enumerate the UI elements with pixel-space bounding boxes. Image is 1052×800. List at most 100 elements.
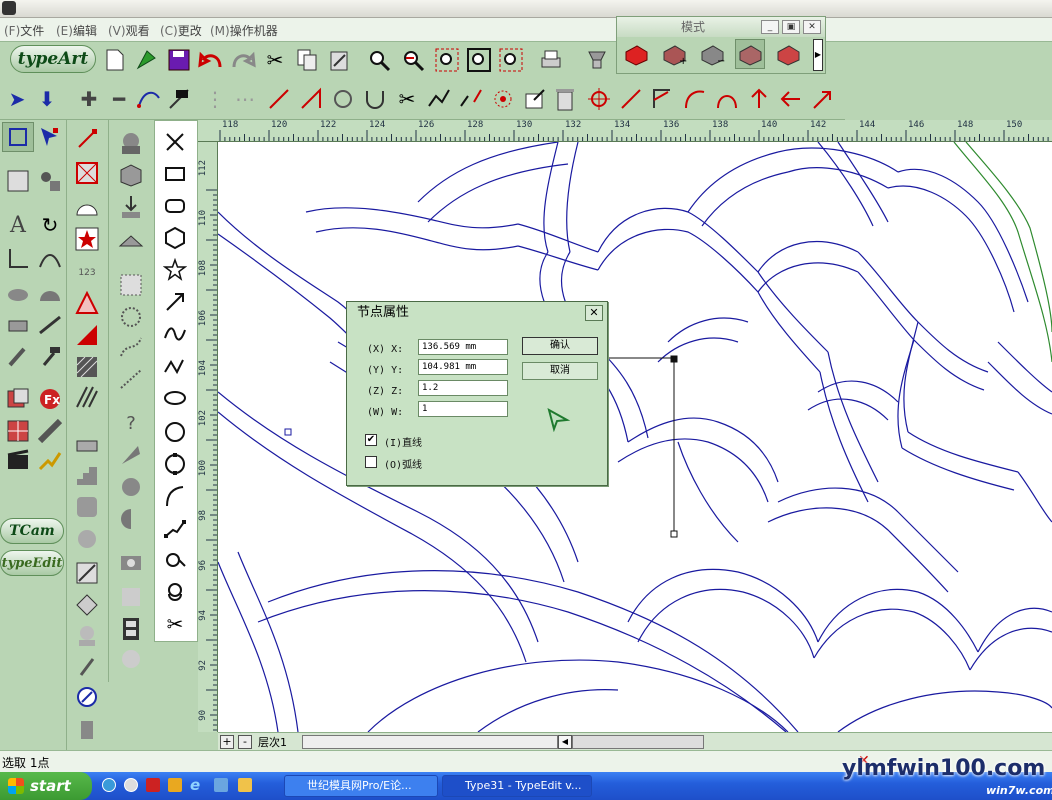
z-field[interactable]: 1.2 — [418, 380, 508, 396]
break-nodes-icon[interactable] — [456, 84, 486, 114]
scroll-left-button[interactable]: ◀ — [558, 735, 572, 749]
cross-icon[interactable] — [159, 127, 191, 157]
node-select-icon[interactable] — [34, 122, 66, 152]
circle-node-icon[interactable] — [328, 84, 358, 114]
quicklaunch-folder-icon[interactable] — [168, 778, 182, 792]
join-nodes-icon[interactable] — [424, 84, 454, 114]
dotted-path-icon[interactable] — [115, 332, 147, 362]
fill-lines-icon[interactable] — [71, 382, 103, 412]
rounded-rect-icon[interactable] — [159, 191, 191, 221]
star-frame-icon[interactable] — [71, 224, 103, 254]
line-tool-icon[interactable] — [264, 84, 294, 114]
cut-icon[interactable]: ✂ — [260, 45, 290, 75]
rect-select-icon[interactable] — [2, 122, 34, 152]
sweep-icon[interactable] — [34, 310, 66, 340]
zigzag-icon[interactable] — [159, 351, 191, 381]
quicklaunch-app-icon[interactable] — [214, 778, 228, 792]
warp-icon[interactable] — [34, 244, 66, 274]
select-arrow-icon[interactable]: ➤ — [2, 84, 32, 114]
corner-line-icon[interactable] — [648, 84, 678, 114]
rectangle-icon[interactable] — [159, 159, 191, 189]
x-field[interactable]: 136.569 mm — [418, 339, 508, 355]
horizontal-scrollbar[interactable] — [302, 735, 558, 749]
probe-icon[interactable] — [71, 682, 103, 712]
hammer-icon[interactable] — [34, 342, 66, 372]
triangle-frame-icon[interactable] — [71, 288, 103, 318]
fill-tool-icon[interactable] — [115, 582, 147, 612]
cancel-button[interactable]: 取消 — [522, 362, 598, 380]
panel-close-button[interactable]: ✕ — [803, 20, 821, 34]
relief-icon[interactable] — [2, 278, 34, 308]
copy-icon[interactable] — [292, 45, 322, 75]
box-3d-icon[interactable] — [115, 160, 147, 190]
mode-replace-icon[interactable] — [773, 39, 803, 69]
dotted-circle-icon[interactable] — [115, 302, 147, 332]
menu-change[interactable]: (C)更改 — [160, 22, 202, 39]
dialog-close-button[interactable]: ✕ — [585, 305, 603, 321]
node-edit-icon[interactable] — [520, 84, 550, 114]
transform-icon[interactable] — [71, 158, 103, 188]
toolpath-icon[interactable] — [34, 446, 66, 476]
menu-machine[interactable]: (M)操作机器 — [210, 22, 278, 39]
fx-icon[interactable]: Fx — [34, 384, 66, 414]
zoom-icon[interactable] — [364, 45, 394, 75]
pattern-icon[interactable] — [34, 416, 66, 446]
taskbar-item-browser[interactable]: 世纪模具网Pro/E论... — [284, 775, 438, 797]
dotted-curve-icon[interactable] — [115, 364, 147, 394]
layers-icon[interactable] — [2, 384, 34, 414]
mode-subtract-icon[interactable]: − — [697, 39, 727, 69]
drawing-canvas[interactable] — [218, 142, 1052, 732]
drop-icon[interactable] — [115, 192, 147, 222]
save-icon[interactable] — [164, 45, 194, 75]
print-icon[interactable] — [536, 45, 566, 75]
ok-button[interactable]: 确认 — [522, 337, 598, 355]
tool-help-icon[interactable]: ? — [115, 408, 147, 438]
arc-tool-icon[interactable] — [680, 84, 710, 114]
redo-icon[interactable] — [228, 45, 258, 75]
panel-expand-arrow-icon[interactable]: ▶ — [813, 39, 823, 71]
machine-icon[interactable] — [582, 45, 612, 75]
node-flag-icon[interactable] — [164, 84, 194, 114]
solid-sphere-icon[interactable] — [115, 128, 147, 158]
statue-icon[interactable] — [71, 714, 103, 744]
shapes-icon[interactable] — [34, 166, 66, 196]
portrait-icon[interactable] — [71, 620, 103, 650]
face-relief-icon[interactable] — [71, 524, 103, 554]
vise-icon[interactable] — [71, 428, 103, 458]
dome-icon[interactable] — [34, 278, 66, 308]
arrow-up-tool-icon[interactable] — [744, 84, 774, 114]
arrow-left-tool-icon[interactable] — [776, 84, 806, 114]
node-align-icon[interactable]: ⋮ — [200, 84, 230, 114]
text-tool-icon[interactable]: A — [2, 210, 34, 240]
arc-icon[interactable] — [159, 481, 191, 511]
circle-icon[interactable] — [159, 417, 191, 447]
hatch-icon[interactable] — [71, 352, 103, 382]
loop-icon[interactable] — [159, 577, 191, 607]
vector-artwork[interactable] — [218, 142, 1052, 732]
add-layer-button[interactable]: + — [220, 735, 234, 749]
new-file-icon[interactable] — [100, 45, 130, 75]
frame-icon[interactable] — [2, 166, 34, 196]
line-tool-2-icon[interactable] — [296, 84, 326, 114]
circle-nodes-icon[interactable] — [159, 449, 191, 479]
scissors-shape-icon[interactable]: ✂ — [159, 609, 191, 639]
mesh-icon[interactable] — [71, 590, 103, 620]
quicklaunch-ie-icon[interactable]: e — [190, 776, 200, 794]
zoom-previous-icon[interactable] — [398, 45, 428, 75]
filmstrip-icon[interactable] — [115, 614, 147, 644]
quicklaunch-globe-icon[interactable] — [102, 778, 116, 792]
polyline-icon[interactable] — [159, 513, 191, 543]
stairs-icon[interactable] — [71, 460, 103, 490]
typeedit-logo[interactable]: typeEdit — [0, 550, 64, 576]
mode-solid-icon[interactable] — [621, 39, 651, 69]
paste-icon[interactable] — [324, 45, 354, 75]
triangle-solid-icon[interactable] — [71, 320, 103, 350]
node-handle-icon[interactable] — [71, 124, 103, 154]
zoom-selection-icon[interactable] — [496, 45, 526, 75]
y-field[interactable]: 104.981 mm — [418, 359, 508, 375]
menu-file[interactable]: (F)文件 — [4, 22, 44, 39]
panel-restore-button[interactable]: ▣ — [782, 20, 800, 34]
mode-add-icon[interactable]: + — [659, 39, 689, 69]
node-distribute-icon[interactable]: ⋯ — [230, 84, 260, 114]
quicklaunch-explorer-icon[interactable] — [238, 778, 252, 792]
